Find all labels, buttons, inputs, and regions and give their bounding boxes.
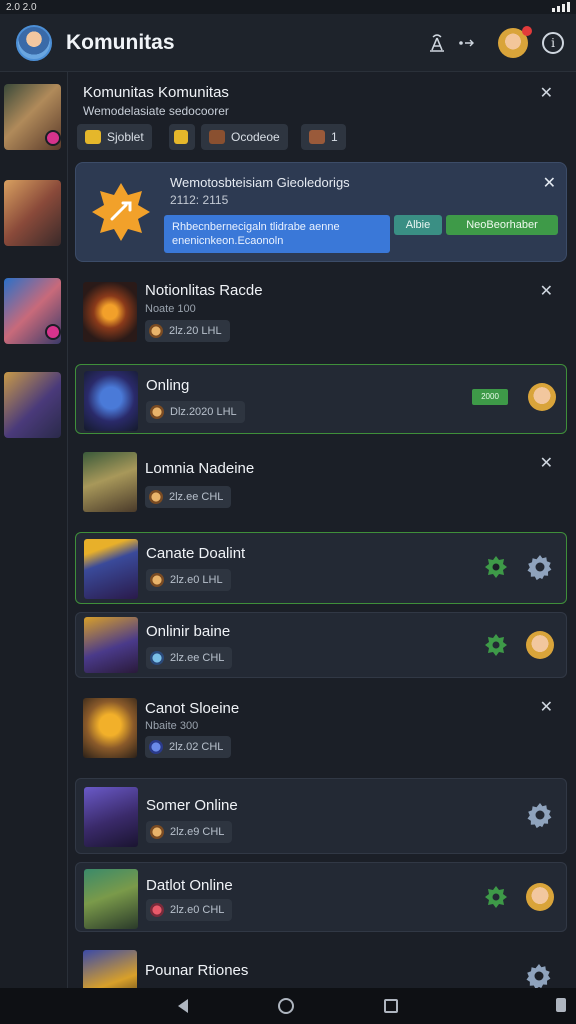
app-title: Komunitas xyxy=(66,30,175,54)
chip-sjoblet[interactable]: Sjoblet xyxy=(77,124,152,150)
item-avatar[interactable] xyxy=(528,383,556,411)
badge-star-icon xyxy=(92,183,150,241)
item-title: Onlinir baine xyxy=(146,623,231,640)
header-card: Komunitas Komunitas Wemodelasiate sedoco… xyxy=(75,72,567,160)
antenna-icon[interactable] xyxy=(422,28,452,58)
item-title: Lomnia Nadeine xyxy=(145,460,255,477)
settings-gear-icon[interactable] xyxy=(526,801,554,829)
close-icon[interactable]: ✕ xyxy=(540,700,553,716)
online-badge: 2000 xyxy=(472,389,508,405)
back-icon[interactable] xyxy=(178,999,188,1013)
chip-ocodeoe[interactable]: Ocodeoe xyxy=(201,124,288,150)
system-nav-bar xyxy=(0,988,576,1024)
item-title: Notionlitas Racde xyxy=(145,282,263,299)
item-meta: 2lz.e0 LHL xyxy=(146,569,231,591)
item-meta: 2lz.ee CHL xyxy=(145,486,232,508)
rail-thumb-1[interactable] xyxy=(4,84,61,150)
list-item[interactable]: Datlot Online 2lz.e0 CHL xyxy=(75,862,567,932)
list-item[interactable]: Notionlitas Racde Noate 100 2lz.20 LHL ✕ xyxy=(75,276,567,354)
item-subtitle: Nbaite 300 xyxy=(145,720,199,732)
rail-thumb-4[interactable] xyxy=(4,372,61,438)
green-gear-icon[interactable] xyxy=(484,885,508,909)
item-thumbnail xyxy=(83,698,137,758)
rail-thumb-2[interactable] xyxy=(4,180,61,246)
item-thumbnail xyxy=(83,282,137,342)
chip-shield[interactable] xyxy=(169,124,195,150)
list-item[interactable]: Canot Sloeine Nbaite 300 2lz.02 CHL ✕ xyxy=(75,688,567,770)
list-item[interactable]: Pounar Rtiones xyxy=(75,944,567,988)
shield-icon xyxy=(174,130,188,144)
header-subtitle: Wemodelasiate sedocoorer xyxy=(83,104,229,118)
close-icon[interactable]: ✕ xyxy=(540,86,553,102)
item-title: Somer Online xyxy=(146,797,238,814)
chip-count[interactable]: 1 xyxy=(301,124,346,150)
item-title: Canate Doalint xyxy=(146,545,246,562)
close-icon[interactable]: ✕ xyxy=(540,284,553,300)
list-item[interactable]: Onlinir baine 2lz.ee CHL xyxy=(75,612,567,678)
status-time: 2.0 2.0 xyxy=(6,1,37,13)
item-thumbnail xyxy=(84,371,138,431)
list-item[interactable]: Canate Doalint 2lz.e0 LHL xyxy=(75,532,567,604)
home-icon[interactable] xyxy=(278,998,294,1014)
settings-gear-icon[interactable] xyxy=(525,962,553,988)
banner-button-1[interactable]: Albie xyxy=(394,215,442,235)
content-list: Komunitas Komunitas Wemodelasiate sedoco… xyxy=(69,72,576,988)
item-avatar[interactable] xyxy=(526,631,554,659)
item-meta: 2lz.ee CHL xyxy=(146,647,233,669)
dots-icon[interactable] xyxy=(452,28,482,58)
item-title: Onling xyxy=(146,377,190,394)
list-item[interactable]: Lomnia Nadeine 2lz.ee CHL ✕ xyxy=(75,446,567,524)
header-title: Komunitas Komunitas xyxy=(83,84,229,101)
item-thumbnail xyxy=(84,869,138,929)
green-gear-icon[interactable] xyxy=(484,555,508,579)
banner-button-2[interactable]: NeoBeorhaber xyxy=(446,215,558,235)
user-avatar[interactable] xyxy=(498,25,532,58)
item-avatar[interactable] xyxy=(526,883,554,911)
app-bar: Komunitas i xyxy=(0,14,576,72)
item-meta: 2lz.20 LHL xyxy=(145,320,230,342)
item-thumbnail xyxy=(84,539,138,599)
item-title: Datlot Online xyxy=(146,877,233,894)
item-thumbnail xyxy=(84,617,138,673)
banner-title: Wemotosbteisiam Gieoledorigs xyxy=(170,175,350,190)
status-bar: 2.0 2.0 xyxy=(0,0,576,14)
banner-subtitle: 2112: 2115 xyxy=(170,193,229,207)
item-meta: 2lz.02 CHL xyxy=(145,736,232,758)
item-thumbnail xyxy=(83,452,137,512)
chip-icon xyxy=(85,130,101,144)
chip-icon xyxy=(209,130,225,144)
signal-icon xyxy=(552,2,570,12)
item-meta: Dlz.2020 LHL xyxy=(146,401,245,423)
notification-banner: Wemotosbteisiam Gieoledorigs 2112: 2115 … xyxy=(75,162,567,262)
list-item[interactable]: Somer Online 2lz.e9 CHL xyxy=(75,778,567,854)
recents-icon[interactable] xyxy=(384,999,398,1013)
item-title: Pounar Rtiones xyxy=(145,962,249,979)
item-subtitle: Noate 100 xyxy=(145,303,196,315)
info-icon[interactable]: i xyxy=(542,31,564,54)
banner-message: Rhbecnbernecigaln tlidrabe aenne enenicn… xyxy=(164,215,390,253)
item-meta: 2lz.e0 CHL xyxy=(146,899,233,921)
item-thumbnail xyxy=(84,787,138,847)
left-rail xyxy=(0,72,68,988)
item-title: Canot Sloeine xyxy=(145,700,240,717)
item-thumbnail xyxy=(83,950,137,988)
green-gear-icon[interactable] xyxy=(484,633,508,657)
lock-icon xyxy=(556,998,566,1012)
list-item[interactable]: Onling Dlz.2020 LHL 2000 xyxy=(75,364,567,434)
close-icon[interactable]: ✕ xyxy=(540,456,553,472)
chip-icon xyxy=(309,130,325,144)
banner-close-icon[interactable]: ✕ xyxy=(543,173,556,193)
item-meta: 2lz.e9 CHL xyxy=(146,821,233,843)
profile-avatar[interactable] xyxy=(16,24,52,61)
rail-thumb-3[interactable] xyxy=(4,278,61,344)
settings-gear-icon[interactable] xyxy=(526,553,554,581)
